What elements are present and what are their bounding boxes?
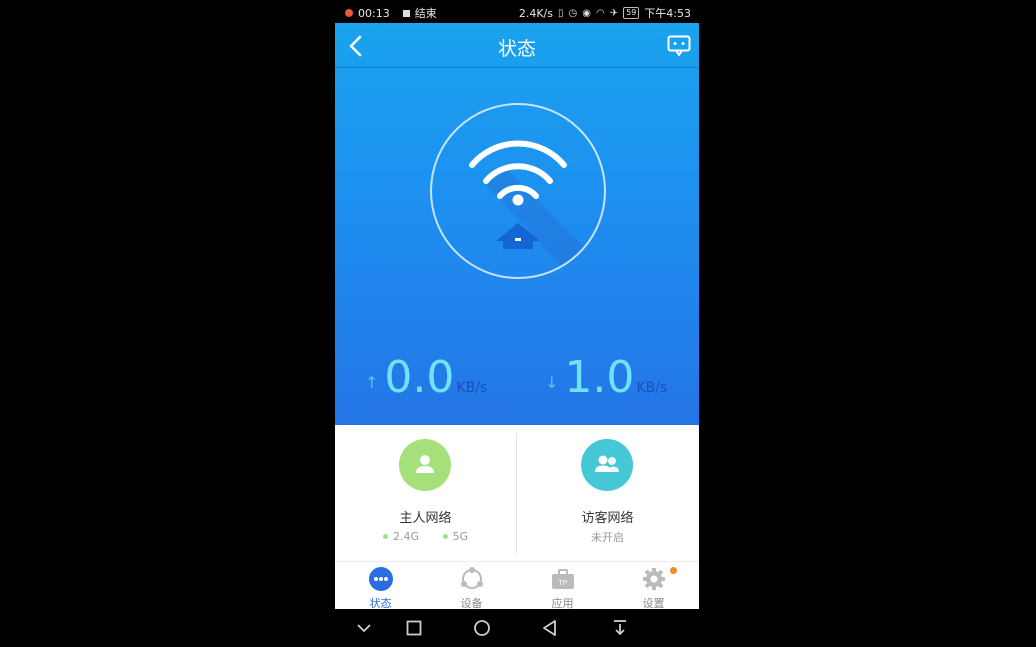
tab-settings[interactable]: 设置 xyxy=(608,562,699,609)
record-dot-icon xyxy=(345,9,353,17)
upload-speed: ↑ 0.0 KB/s xyxy=(365,356,487,400)
host-network-card[interactable]: 主人网络 2.4G 5G xyxy=(335,425,516,561)
recent-apps-icon[interactable] xyxy=(405,619,423,637)
vibrate-icon: ▯ xyxy=(558,7,564,19)
router-status-circle[interactable] xyxy=(430,103,606,279)
settings-badge xyxy=(670,567,677,574)
tab-devices[interactable]: 设备 xyxy=(426,562,517,609)
upload-arrow-icon: ↑ xyxy=(365,373,379,392)
download-unit: KB/s xyxy=(636,380,668,396)
band-5g-label: 5G xyxy=(452,530,469,543)
network-speed: 2.4K/s xyxy=(518,6,553,20)
devices-icon xyxy=(461,567,483,589)
airplane-icon: ✈ xyxy=(609,7,619,19)
record-stop-label[interactable]: 结束 xyxy=(415,5,437,21)
svg-text:TP: TP xyxy=(559,580,568,587)
upload-unit: KB/s xyxy=(456,380,488,396)
band-5g: 5G xyxy=(442,530,469,543)
tab-status[interactable]: 状态 xyxy=(335,562,426,609)
wifi-router-icon xyxy=(469,140,592,277)
status-bar-left: 00:13 结束 xyxy=(345,5,437,21)
system-nav-bar xyxy=(335,609,699,647)
band-2g-label: 2.4G xyxy=(392,530,419,543)
status-bar-right: 2.4K/s ▯ ◷ ◉ ◠ ✈ 59 下午4:53 xyxy=(519,5,691,21)
message-icon[interactable] xyxy=(667,35,691,57)
tab-status-label: 状态 xyxy=(369,597,392,609)
alarm-icon: ◷ xyxy=(568,7,578,19)
guest-network-name: 访客网络 xyxy=(581,511,634,526)
tab-devices-label: 设备 xyxy=(460,597,483,609)
band-dot-icon xyxy=(442,534,448,539)
guest-network-status: 未开启 xyxy=(591,531,624,544)
wifi-signal-icon: ◠ xyxy=(595,7,605,19)
host-network-name: 主人网络 xyxy=(399,511,452,526)
page-title: 状态 xyxy=(497,38,536,60)
clock: 下午4:53 xyxy=(644,7,691,20)
guest-network-card[interactable]: 访客网络 未开启 xyxy=(517,425,698,561)
app-window: 状态 ↑ 0.0 KB/s ↓ 1.0 KB/s 主人网络 2.4G 5G 访客… xyxy=(335,23,699,609)
toolbox-icon: TP xyxy=(552,569,574,589)
tab-apps[interactable]: TP 应用 xyxy=(517,562,608,609)
download-value: 1.0 xyxy=(564,352,635,403)
nav-bar: 状态 xyxy=(335,23,699,68)
home-icon[interactable] xyxy=(473,619,491,637)
status-bar: 00:13 结束 2.4K/s ▯ ◷ ◉ ◠ ✈ 59 下午4:53 xyxy=(335,0,699,23)
back-triangle-icon[interactable] xyxy=(541,619,559,637)
gear-icon xyxy=(643,568,665,590)
tab-settings-label: 设置 xyxy=(642,597,665,609)
notification-pull-icon[interactable] xyxy=(611,619,629,637)
record-time: 00:13 xyxy=(358,6,390,20)
eye-icon: ◉ xyxy=(582,7,591,19)
status-hero: 状态 ↑ 0.0 KB/s ↓ 1.0 KB/s xyxy=(335,23,699,425)
stop-icon[interactable] xyxy=(402,9,410,17)
bottom-tab-bar: 状态 设备 TP 应用 设置 xyxy=(335,561,699,609)
band-2g: 2.4G xyxy=(382,530,419,543)
host-network-bands: 2.4G 5G xyxy=(335,529,516,543)
guest-users-icon xyxy=(581,439,633,491)
collapse-chevron-icon[interactable] xyxy=(355,619,373,637)
host-user-icon xyxy=(399,439,451,491)
battery-icon: 59 xyxy=(623,7,640,19)
tab-apps-label: 应用 xyxy=(551,597,574,609)
upload-value: 0.0 xyxy=(384,352,455,403)
network-panel: 主人网络 2.4G 5G 访客网络 未开启 xyxy=(335,425,699,561)
band-dot-icon xyxy=(382,534,388,539)
download-arrow-icon: ↓ xyxy=(545,373,559,392)
download-speed: ↓ 1.0 KB/s xyxy=(545,356,667,400)
status-dots-icon xyxy=(369,567,393,591)
